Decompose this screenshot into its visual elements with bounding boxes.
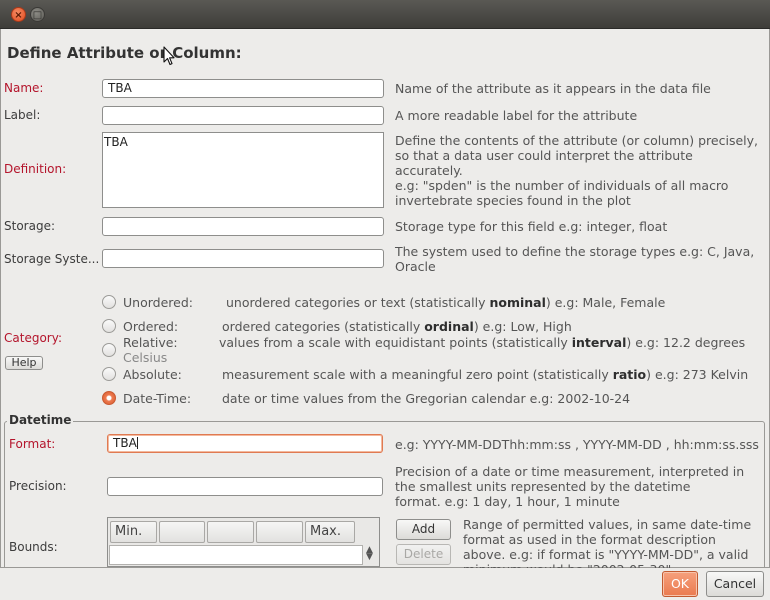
radio-relative-description: values from a scale with equidistant poi… xyxy=(219,335,746,350)
storage-system-description-line-1: The system used to define the storage ty… xyxy=(395,244,755,259)
bounds-description-line-2: format as used in the format description xyxy=(463,532,716,547)
label-description: A more readable label for the attribute xyxy=(395,108,638,123)
storage-field[interactable] xyxy=(102,217,384,236)
page-title: Define Attribute or Column: xyxy=(7,44,242,62)
bounds-table[interactable]: Min. Max. ▲ ▼ xyxy=(107,517,380,567)
help-button[interactable]: Help xyxy=(5,356,43,370)
storage-system-label: Storage Syste... xyxy=(4,252,100,266)
precision-description-line-1: Precision of a date or time measurement,… xyxy=(395,464,745,479)
datetime-group-title: Datetime xyxy=(7,413,74,427)
definition-description-line-2: so that a data user could interpret the … xyxy=(395,148,693,163)
delete-bounds-button[interactable]: Delete xyxy=(396,544,451,565)
bounds-description-line-1: Range of permitted values, in same date-… xyxy=(463,517,752,532)
bounds-header-3 xyxy=(207,521,254,543)
window-maximize-icon[interactable]: □ xyxy=(30,7,45,22)
radio-relative-extra: Celsius xyxy=(123,350,168,365)
window-close-icon[interactable]: × xyxy=(11,7,26,22)
definition-description-line-4: e.g: "spden" is the number of individual… xyxy=(395,178,729,193)
bounds-header-2 xyxy=(159,521,205,543)
radio-ordered-description: ordered categories (statistically ordina… xyxy=(222,319,572,334)
precision-description-line-2: the smallest units represented by the da… xyxy=(395,479,691,494)
definition-description-line-1: Define the contents of the attribute (or… xyxy=(395,133,758,148)
window-titlebar: × □ xyxy=(0,0,770,29)
definition-description-line-3: accurately. xyxy=(395,163,463,178)
bounds-description-line-3: above. e.g: if format is "YYYY-MM-DD", a… xyxy=(463,547,749,562)
format-field[interactable]: TBA xyxy=(107,434,383,453)
precision-label: Precision: xyxy=(9,479,67,493)
definition-textarea[interactable]: TBA xyxy=(102,132,384,208)
radio-relative-label: Relative: xyxy=(123,335,178,350)
name-description: Name of the attribute as it appears in t… xyxy=(395,81,711,96)
dialog-footer xyxy=(0,568,770,600)
format-label: Format: xyxy=(9,437,56,451)
precision-description-line-3: format. e.g: 1 day, 1 hour, 1 minute xyxy=(395,494,620,509)
bounds-header-max: Max. xyxy=(305,521,355,543)
radio-absolute-description: measurement scale with a meaningful zero… xyxy=(222,367,749,382)
name-label: Name: xyxy=(4,81,44,95)
radio-unordered-label: Unordered: xyxy=(123,295,193,310)
storage-description: Storage type for this field e.g: integer… xyxy=(395,219,668,234)
definition-label: Definition: xyxy=(4,162,67,176)
storage-label: Storage: xyxy=(4,219,55,233)
storage-system-description-line-2: Oracle xyxy=(395,259,436,274)
radio-ordered-label: Ordered: xyxy=(123,319,179,334)
bounds-header-min: Min. xyxy=(110,521,157,543)
radio-ordered[interactable] xyxy=(102,319,116,333)
add-bounds-button[interactable]: Add xyxy=(396,519,451,540)
radio-unordered-description: unordered categories or text (statistica… xyxy=(226,295,666,310)
bounds-value-input[interactable] xyxy=(109,545,363,565)
mouse-pointer-icon xyxy=(163,46,175,66)
name-field[interactable]: TBA xyxy=(102,79,384,98)
storage-system-field[interactable] xyxy=(102,249,384,268)
label-field[interactable] xyxy=(102,106,384,125)
bounds-header-4 xyxy=(256,521,303,543)
category-label: Category: xyxy=(4,331,62,345)
bounds-label: Bounds: xyxy=(9,540,58,554)
radio-unordered[interactable] xyxy=(102,295,116,309)
definition-description-line-5: invertebrate species found in the plot xyxy=(395,193,631,208)
radio-relative[interactable] xyxy=(102,343,116,357)
text-caret xyxy=(136,437,138,449)
ok-button[interactable]: OK xyxy=(662,571,698,597)
format-description: e.g: YYYY-MM-DDThh:mm:ss , YYYY-MM-DD , … xyxy=(395,437,759,452)
cancel-button[interactable]: Cancel xyxy=(706,571,764,597)
radio-date-time[interactable] xyxy=(102,391,116,405)
precision-field[interactable] xyxy=(107,477,383,496)
radio-date-time-description: date or time values from the Gregorian c… xyxy=(222,391,631,406)
radio-date-time-label: Date-Time: xyxy=(123,391,192,406)
radio-absolute[interactable] xyxy=(102,367,116,381)
label-label: Label: xyxy=(4,108,41,122)
radio-absolute-label: Absolute: xyxy=(123,367,182,382)
spinner-icon[interactable]: ▲ ▼ xyxy=(366,546,373,562)
